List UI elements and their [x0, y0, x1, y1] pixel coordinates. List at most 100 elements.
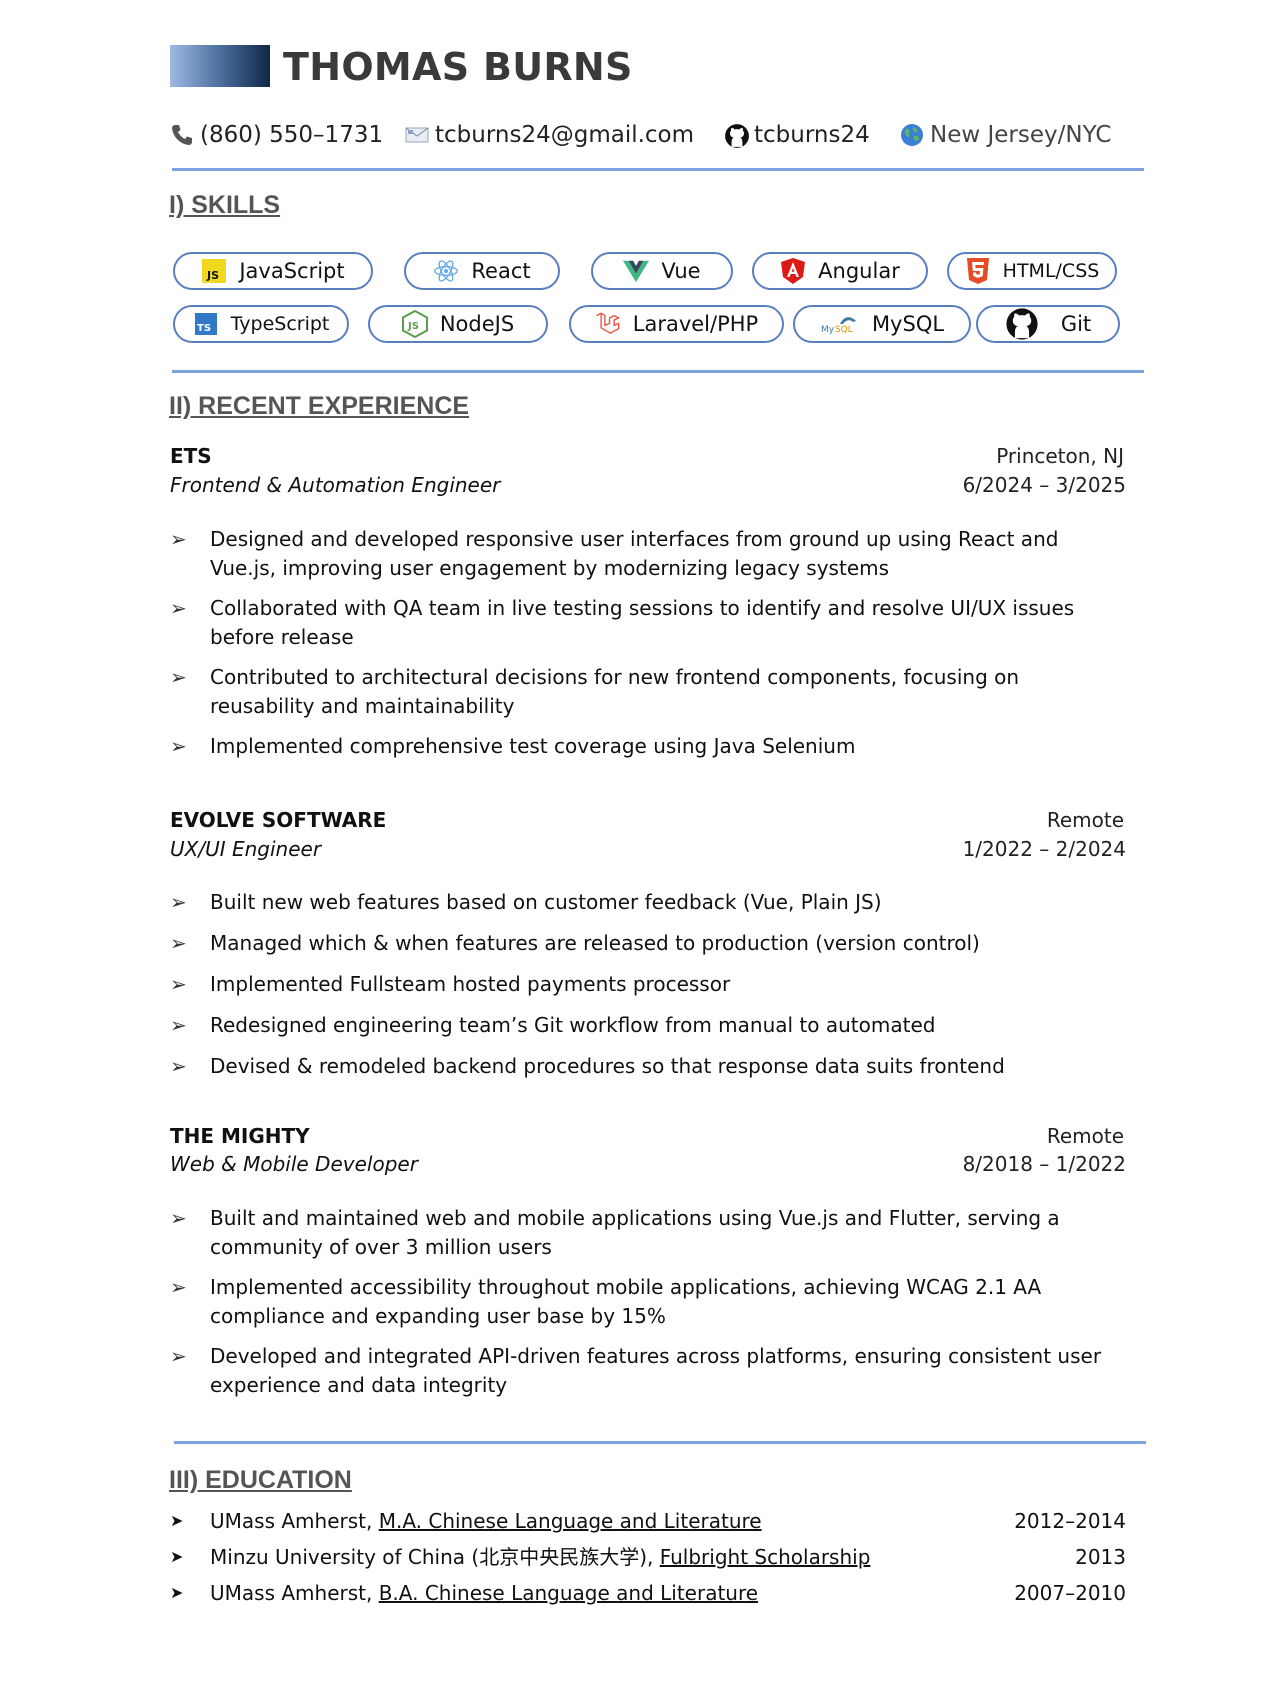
header-color-block: [170, 45, 270, 87]
location-text: New Jersey/NYC: [930, 122, 1112, 148]
arrow-icon: ➢: [170, 1344, 187, 1368]
education-heading: III) EDUCATION: [169, 1466, 352, 1494]
skill-pill-react: React: [404, 252, 560, 290]
job-bullets: ➢ Built new web features based on custome…: [170, 888, 1090, 1081]
github-username[interactable]: tcburns24: [754, 120, 870, 150]
job-role: Frontend & Automation Engineer: [170, 473, 501, 497]
arrow-icon: ➢: [170, 972, 187, 996]
skill-pill-laravel: Laravel/PHP: [569, 305, 784, 343]
angular-icon: [780, 258, 806, 284]
svg-text:JS: JS: [206, 269, 219, 282]
skill-label: Git: [1060, 312, 1092, 336]
list-item: ➢ Built new web features based on custome…: [170, 888, 1090, 917]
arrow-icon: ➢: [170, 1013, 187, 1037]
arrow-icon: ➢: [170, 734, 187, 758]
skill-pill-javascript: JS JavaScript: [173, 252, 373, 290]
candidate-name: THOMAS BURNS: [283, 45, 633, 89]
skill-pill-nodejs: JS NodeJS: [368, 305, 548, 343]
skill-pill-angular: Angular: [752, 252, 928, 290]
github-icon: [1005, 307, 1039, 341]
email-icon: [405, 123, 429, 147]
arrow-icon: ➢: [170, 1206, 187, 1230]
school-name: Minzu University of China (北京中央民族大学),: [210, 1545, 660, 1569]
education-years: 2007–2010: [1014, 1581, 1126, 1605]
list-item: ➢ Implemented comprehensive test coverage…: [170, 732, 1090, 761]
job-bullets: ➢ Designed and developed responsive user …: [170, 525, 1090, 761]
skills-heading: I) SKILLS: [169, 191, 281, 219]
laravel-icon: [595, 311, 621, 337]
skill-label: TypeScript: [230, 313, 330, 335]
svg-text:My: My: [821, 325, 835, 335]
nodejs-icon: JS: [401, 310, 428, 338]
job-location: Remote: [1046, 1124, 1124, 1148]
header-divider: [172, 168, 1144, 171]
skill-label: Angular: [818, 259, 900, 283]
job-company: THE MIGHTY: [170, 1124, 310, 1148]
arrow-icon: ➢: [170, 1054, 187, 1078]
vue-icon: [623, 258, 650, 284]
arrow-icon: ➤: [170, 1547, 184, 1566]
job-dates: 6/2024 – 3/2025: [962, 473, 1126, 497]
arrow-icon: ➢: [170, 890, 187, 914]
job-location: Princeton, NJ: [996, 444, 1124, 468]
list-item: ➢ Implemented accessibility throughout mo…: [170, 1275, 1042, 1328]
job-bullets: ➢ Built and maintained web and mobile app…: [170, 1204, 1101, 1400]
education-years: 2012–2014: [1014, 1509, 1126, 1533]
skill-pill-mysql: My SQL MySQL: [793, 305, 971, 343]
mysql-icon: My SQL: [820, 311, 860, 337]
javascript-icon: JS: [201, 258, 227, 284]
job-dates: 1/2022 – 2/2024: [962, 837, 1126, 861]
job-role: UX/UI Engineer: [170, 837, 322, 861]
list-item: ➢ Contributed to architectural decisions …: [170, 665, 1020, 718]
school-name: UMass Amherst,: [210, 1509, 379, 1533]
svg-text:JS: JS: [407, 321, 419, 332]
degree-link[interactable]: B.A. Chinese Language and Literature: [379, 1581, 758, 1605]
job-role: Web & Mobile Developer: [170, 1152, 418, 1176]
list-item: ➢ Designed and developed responsive user …: [170, 527, 1059, 580]
contact-github[interactable]: tcburns24: [724, 120, 870, 150]
school-name: UMass Amherst,: [210, 1581, 379, 1605]
skill-label: Laravel/PHP: [632, 312, 759, 336]
list-item: ➢ Devised & remodeled backend procedures …: [170, 1052, 1090, 1081]
email-address[interactable]: tcburns24@gmail.com: [435, 120, 694, 150]
contact-location: New Jersey/NYC: [900, 120, 1111, 150]
typescript-icon: TS: [193, 311, 219, 337]
skill-label: NodeJS: [439, 312, 515, 336]
education-years: 2013: [1075, 1545, 1126, 1569]
arrow-icon: ➤: [170, 1511, 184, 1530]
skills-divider: [172, 370, 1144, 373]
degree-link[interactable]: M.A. Chinese Language and Literature: [379, 1509, 762, 1533]
arrow-icon: ➤: [170, 1583, 184, 1602]
skill-label: React: [471, 259, 531, 283]
globe-icon: [900, 123, 924, 147]
skill-pill-typescript: TS TypeScript: [173, 305, 349, 343]
contact-phone: (860) 550–1731: [170, 120, 383, 150]
list-item: ➢ Managed which & when features are relea…: [170, 929, 1090, 958]
job-location: Remote: [1046, 808, 1124, 832]
arrow-icon: ➢: [170, 931, 187, 955]
skill-pill-vue: Vue: [591, 252, 733, 290]
skill-pill-htmlcss: HTML/CSS: [947, 252, 1117, 290]
arrow-icon: ➢: [170, 665, 187, 689]
github-icon: [724, 123, 749, 148]
list-item: ➢ Implemented Fullsteam hosted payments p…: [170, 970, 1090, 999]
degree-link[interactable]: Fulbright Scholarship: [660, 1545, 871, 1569]
skill-label: JavaScript: [239, 259, 345, 283]
arrow-icon: ➢: [170, 596, 187, 620]
experience-divider: [174, 1441, 1146, 1444]
arrow-icon: ➢: [170, 1275, 187, 1299]
experience-heading: II) RECENT EXPERIENCE: [169, 392, 470, 420]
react-icon: [433, 258, 459, 284]
html5-icon: [965, 258, 991, 284]
job-dates: 8/2018 – 1/2022: [962, 1152, 1126, 1176]
list-item: ➢ Developed and integrated API-driven fea…: [170, 1344, 1102, 1397]
arrow-icon: ➢: [170, 527, 187, 551]
phone-icon: [170, 123, 194, 147]
skill-label: MySQL: [871, 312, 945, 336]
list-item: ➢ Collaborated with QA team in live testi…: [170, 596, 1075, 649]
skill-label: HTML/CSS: [1002, 260, 1100, 282]
svg-text:SQL: SQL: [835, 325, 853, 335]
svg-text:TS: TS: [197, 323, 211, 334]
contact-email[interactable]: tcburns24@gmail.com: [405, 120, 694, 150]
job-company: EVOLVE SOFTWARE: [170, 808, 387, 832]
